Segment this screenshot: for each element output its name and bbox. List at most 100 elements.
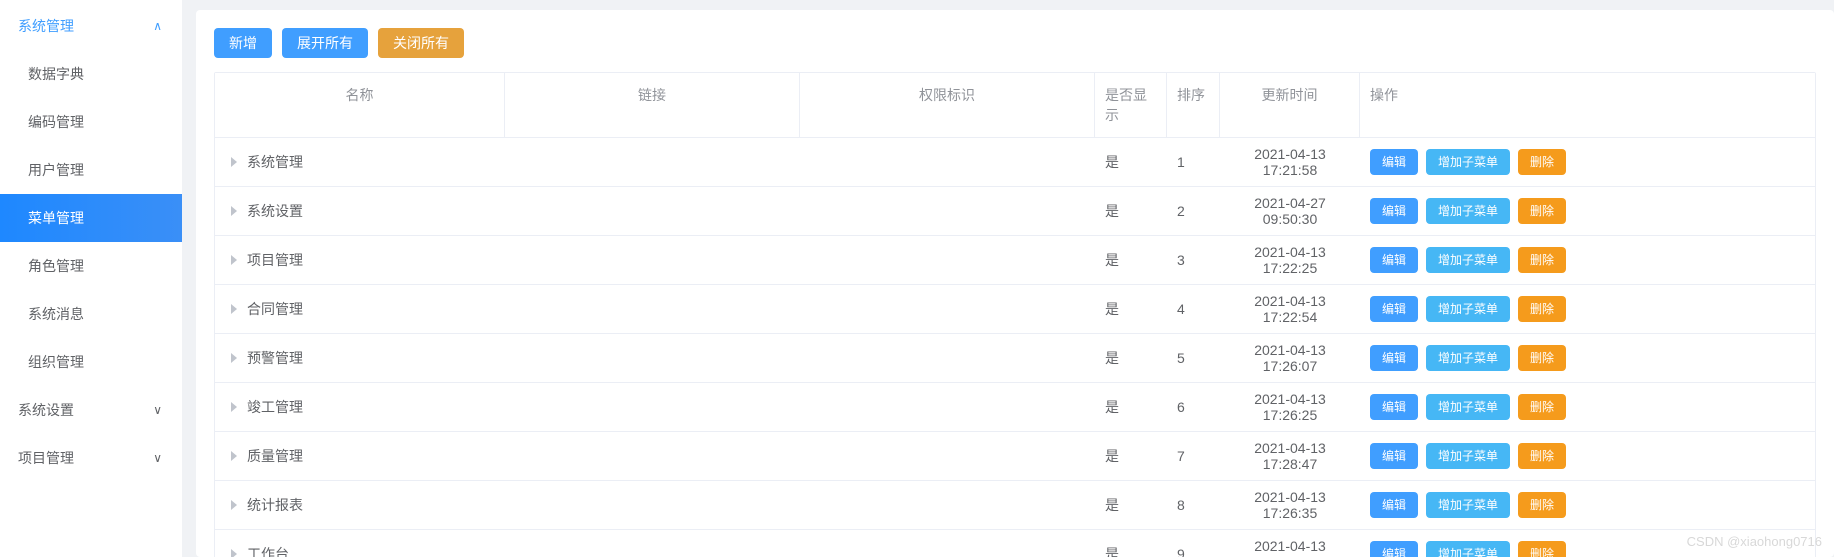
th-link: 链接 (505, 73, 800, 137)
edit-button[interactable]: 编辑 (1370, 345, 1418, 371)
expand-caret-icon[interactable] (231, 255, 237, 265)
cell-ops: 编辑增加子菜单删除 (1360, 533, 1815, 557)
cell-show: 是 (1095, 534, 1167, 557)
delete-button[interactable]: 删除 (1518, 296, 1566, 322)
th-sort: 排序 (1167, 73, 1220, 137)
add-child-button[interactable]: 增加子菜单 (1426, 198, 1510, 224)
sidebar-item-0-4[interactable]: 角色管理 (0, 242, 182, 290)
collapse-all-button[interactable]: 关闭所有 (378, 28, 464, 58)
table-header-row: 名称 链接 权限标识 是否显示 排序 更新时间 操作 (215, 73, 1815, 138)
add-child-button[interactable]: 增加子菜单 (1426, 247, 1510, 273)
cell-ops: 编辑增加子菜单删除 (1360, 435, 1815, 477)
sidebar-group-0[interactable]: 系统管理 (0, 2, 182, 50)
cell-show: 是 (1095, 289, 1167, 329)
cell-ops: 编辑增加子菜单删除 (1360, 288, 1815, 330)
cell-perm (800, 338, 1095, 378)
cell-show: 是 (1095, 142, 1167, 182)
cell-ops: 编辑增加子菜单删除 (1360, 337, 1815, 379)
delete-button[interactable]: 删除 (1518, 247, 1566, 273)
expand-caret-icon[interactable] (231, 157, 237, 167)
add-child-button[interactable]: 增加子菜单 (1426, 443, 1510, 469)
edit-button[interactable]: 编辑 (1370, 541, 1418, 557)
sidebar-item-0-5[interactable]: 系统消息 (0, 290, 182, 338)
table-row: 竣工管理是62021-04-13 17:26:25编辑增加子菜单删除 (215, 383, 1815, 432)
cell-name-text: 工作台 (247, 544, 289, 557)
cell-time: 2021-04-13 17:21:58 (1220, 138, 1360, 186)
cell-link (505, 142, 800, 182)
sidebar-group-1[interactable]: 系统设置 (0, 386, 182, 434)
edit-button[interactable]: 编辑 (1370, 492, 1418, 518)
cell-sort: 1 (1167, 142, 1220, 182)
th-show: 是否显示 (1095, 73, 1167, 137)
cell-time: 2021-04-13 17:28:47 (1220, 432, 1360, 480)
delete-button[interactable]: 删除 (1518, 149, 1566, 175)
sidebar-group-2[interactable]: 项目管理 (0, 434, 182, 482)
sidebar: 系统管理数据字典编码管理用户管理菜单管理角色管理系统消息组织管理系统设置项目管理 (0, 0, 182, 557)
delete-button[interactable]: 删除 (1518, 492, 1566, 518)
add-child-button[interactable]: 增加子菜单 (1426, 296, 1510, 322)
sidebar-item-0-1[interactable]: 编码管理 (0, 98, 182, 146)
add-child-button[interactable]: 增加子菜单 (1426, 345, 1510, 371)
expand-caret-icon[interactable] (231, 304, 237, 314)
th-ops: 操作 (1360, 73, 1815, 137)
add-button[interactable]: 新增 (214, 28, 272, 58)
cell-ops: 编辑增加子菜单删除 (1360, 239, 1815, 281)
edit-button[interactable]: 编辑 (1370, 198, 1418, 224)
table-row: 合同管理是42021-04-13 17:22:54编辑增加子菜单删除 (215, 285, 1815, 334)
edit-button[interactable]: 编辑 (1370, 247, 1418, 273)
cell-sort: 7 (1167, 436, 1220, 476)
cell-name: 系统管理 (215, 142, 505, 182)
delete-button[interactable]: 删除 (1518, 443, 1566, 469)
sidebar-group-label: 系统设置 (18, 400, 74, 420)
add-child-button[interactable]: 增加子菜单 (1426, 394, 1510, 420)
cell-name: 合同管理 (215, 289, 505, 329)
cell-ops: 编辑增加子菜单删除 (1360, 190, 1815, 232)
cell-sort: 8 (1167, 485, 1220, 525)
cell-link (505, 534, 800, 557)
expand-caret-icon[interactable] (231, 500, 237, 510)
delete-button[interactable]: 删除 (1518, 394, 1566, 420)
edit-button[interactable]: 编辑 (1370, 394, 1418, 420)
expand-caret-icon[interactable] (231, 451, 237, 461)
add-child-button[interactable]: 增加子菜单 (1426, 541, 1510, 557)
cell-name: 质量管理 (215, 436, 505, 476)
cell-name-text: 系统设置 (247, 201, 303, 221)
add-child-button[interactable]: 增加子菜单 (1426, 149, 1510, 175)
expand-all-button[interactable]: 展开所有 (282, 28, 368, 58)
cell-show: 是 (1095, 485, 1167, 525)
edit-button[interactable]: 编辑 (1370, 149, 1418, 175)
app-layout: 系统管理数据字典编码管理用户管理菜单管理角色管理系统消息组织管理系统设置项目管理… (0, 0, 1834, 557)
sidebar-item-0-3[interactable]: 菜单管理 (0, 194, 182, 242)
sidebar-group-label: 项目管理 (18, 448, 74, 468)
edit-button[interactable]: 编辑 (1370, 296, 1418, 322)
menu-table: 名称 链接 权限标识 是否显示 排序 更新时间 操作 系统管理是12021-04… (214, 72, 1816, 557)
main-content: 新增 展开所有 关闭所有 名称 链接 权限标识 是否显示 排序 更新时间 操作 … (182, 0, 1834, 557)
delete-button[interactable]: 删除 (1518, 198, 1566, 224)
sidebar-item-0-0[interactable]: 数据字典 (0, 50, 182, 98)
table-row: 系统管理 是12021-04-13 17:21:58 编辑增加子菜单删除 (215, 138, 1815, 187)
cell-perm (800, 142, 1095, 182)
cell-name: 项目管理 (215, 240, 505, 280)
expand-caret-icon[interactable] (231, 206, 237, 216)
cell-show: 是 (1095, 436, 1167, 476)
chevron-down-icon (153, 403, 162, 417)
delete-button[interactable]: 删除 (1518, 345, 1566, 371)
sidebar-item-0-6[interactable]: 组织管理 (0, 338, 182, 386)
cell-name: 竣工管理 (215, 387, 505, 427)
table-row: 预警管理是52021-04-13 17:26:07编辑增加子菜单删除 (215, 334, 1815, 383)
cell-perm (800, 436, 1095, 476)
cell-sort: 4 (1167, 289, 1220, 329)
cell-name-text: 系统管理 (247, 152, 303, 172)
th-time: 更新时间 (1220, 73, 1360, 137)
add-child-button[interactable]: 增加子菜单 (1426, 492, 1510, 518)
expand-caret-icon[interactable] (231, 353, 237, 363)
cell-perm (800, 387, 1095, 427)
edit-button[interactable]: 编辑 (1370, 443, 1418, 469)
expand-caret-icon[interactable] (231, 402, 237, 412)
expand-caret-icon[interactable] (231, 549, 237, 557)
delete-button[interactable]: 删除 (1518, 541, 1566, 557)
cell-time: 2021-04-13 17:30:12 (1220, 530, 1360, 557)
sidebar-item-0-2[interactable]: 用户管理 (0, 146, 182, 194)
table-body: 系统管理是12021-04-13 17:21:58编辑增加子菜单删除系统设置是2… (215, 138, 1815, 557)
cell-time: 2021-04-13 17:26:25 (1220, 383, 1360, 431)
